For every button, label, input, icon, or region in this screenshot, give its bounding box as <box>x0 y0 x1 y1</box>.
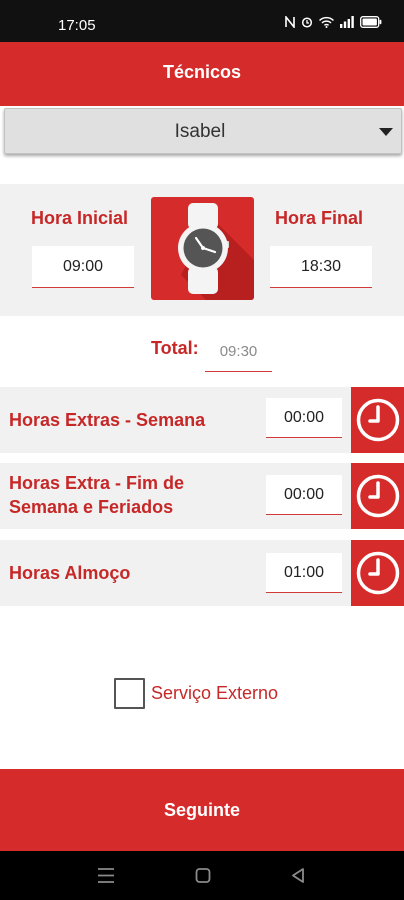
external-service-checkbox[interactable] <box>114 678 145 709</box>
extra-hours-week-field[interactable]: 00:00 <box>266 398 342 438</box>
total-field: 09:30 <box>205 334 272 372</box>
clock-icon <box>356 474 399 518</box>
status-time: 17:05 <box>58 17 96 34</box>
end-hour-label: Hora Final <box>275 208 364 228</box>
app-bar: Técnicos <box>0 42 404 106</box>
extra-hours-weekend-clock-button[interactable] <box>351 463 404 529</box>
lunch-hours-field[interactable]: 01:00 <box>266 553 342 593</box>
menu-icon[interactable] <box>97 867 115 884</box>
extra-hours-weekend-field[interactable]: 00:00 <box>266 475 342 515</box>
start-hour-field[interactable]: 09:00 <box>32 246 134 288</box>
start-hour-label: Hora Inicial <box>31 208 129 228</box>
lunch-hours-clock-button[interactable] <box>351 540 404 606</box>
clock-icon <box>356 551 399 595</box>
home-icon[interactable] <box>195 867 211 884</box>
status-bar: 17:05 <box>0 0 404 42</box>
extra-hours-week-label: Horas Extras - Semana <box>9 410 206 430</box>
technician-selected: Isabel <box>174 121 226 142</box>
lunch-hours-label: Horas Almoço <box>9 563 131 583</box>
signal-icon <box>340 16 354 28</box>
alarm-icon <box>301 17 313 28</box>
dropdown-arrow-icon <box>379 128 393 136</box>
nfc-icon <box>285 16 295 28</box>
clock-icon <box>356 398 399 442</box>
battery-icon <box>360 16 382 28</box>
technician-dropdown[interactable]: Isabel <box>4 108 402 154</box>
next-button[interactable]: Seguinte <box>0 769 404 851</box>
back-icon[interactable] <box>290 867 306 884</box>
wifi-icon <box>319 16 334 28</box>
extra-hours-weekend-row: Horas Extra - Fim de Semana e Feriados 0… <box>0 463 404 529</box>
status-icons <box>285 16 382 28</box>
end-hour-field[interactable]: 18:30 <box>270 246 372 288</box>
page-title: Técnicos <box>162 62 242 82</box>
system-nav-bar <box>0 851 404 900</box>
extra-hours-week-clock-button[interactable] <box>351 387 404 453</box>
extra-hours-weekend-label: Horas Extra - Fim de Semana e Feriados <box>9 473 185 517</box>
total-label: Total: <box>151 338 199 358</box>
extra-hours-week-row: Horas Extras - Semana 00:00 <box>0 387 404 453</box>
external-service-label[interactable]: Serviço Externo <box>151 683 278 704</box>
external-service-option[interactable]: Serviço Externo <box>114 678 278 709</box>
lunch-hours-row: Horas Almoço 01:00 <box>0 540 404 606</box>
wristwatch-icon <box>151 197 254 300</box>
